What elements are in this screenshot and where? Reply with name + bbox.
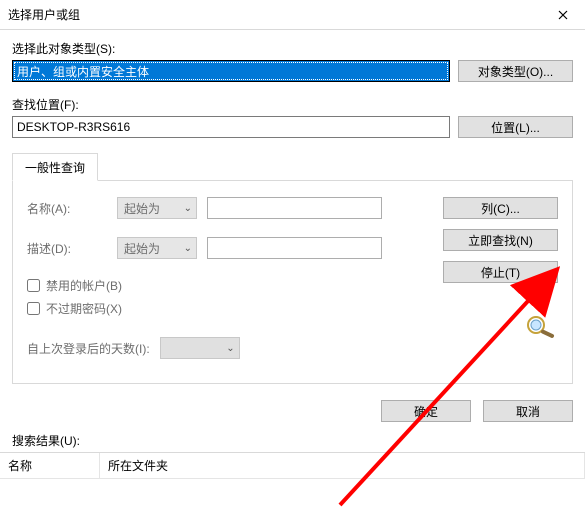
name-mode-combo[interactable]: 起始为 ⌄	[117, 197, 197, 219]
description-mode-combo[interactable]: 起始为 ⌄	[117, 237, 197, 259]
name-input[interactable]	[207, 197, 382, 219]
object-type-row: 选择此对象类型(S): 用户、组或内置安全主体 对象类型(O)...	[12, 40, 573, 82]
object-type-label: 选择此对象类型(S):	[12, 40, 450, 57]
chevron-down-icon: ⌄	[184, 203, 192, 214]
right-button-column: 列(C)... 立即查找(N) 停止(T)	[443, 197, 558, 359]
never-expire-row: 不过期密码(X)	[27, 300, 425, 317]
close-icon	[558, 10, 568, 20]
dialog-buttons: 确定 取消	[0, 384, 585, 432]
name-label: 名称(A):	[27, 200, 107, 217]
close-button[interactable]	[540, 0, 585, 30]
title-bar: 选择用户或组	[0, 0, 585, 30]
never-expire-label: 不过期密码(X)	[46, 300, 122, 317]
chevron-down-icon: ⌄	[226, 343, 234, 354]
find-now-button[interactable]: 立即查找(N)	[443, 229, 558, 251]
chevron-down-icon: ⌄	[184, 243, 192, 254]
disabled-accounts-checkbox[interactable]	[27, 279, 40, 292]
results-header: 名称 所在文件夹	[0, 452, 585, 479]
ok-button[interactable]: 确定	[381, 400, 471, 422]
description-row: 描述(D): 起始为 ⌄	[27, 237, 425, 259]
description-input[interactable]	[207, 237, 382, 259]
object-types-button[interactable]: 对象类型(O)...	[458, 60, 573, 82]
general-query-panel: 名称(A): 起始为 ⌄ 描述(D): 起始为 ⌄ 禁用的帐户(B)	[12, 181, 573, 384]
window-title: 选择用户或组	[8, 6, 80, 23]
cancel-button[interactable]: 取消	[483, 400, 573, 422]
object-type-field[interactable]: 用户、组或内置安全主体	[12, 60, 450, 82]
tab-strip: 一般性查询	[12, 152, 573, 181]
dialog-content: 选择此对象类型(S): 用户、组或内置安全主体 对象类型(O)... 查找位置(…	[0, 30, 585, 384]
column-name[interactable]: 名称	[0, 453, 100, 479]
days-since-logon-label: 自上次登录后的天数(I):	[27, 340, 150, 357]
location-label: 查找位置(F):	[12, 96, 450, 113]
stop-button[interactable]: 停止(T)	[443, 261, 558, 283]
locations-button[interactable]: 位置(L)...	[458, 116, 573, 138]
days-combo[interactable]: ⌄	[160, 337, 240, 359]
never-expire-checkbox[interactable]	[27, 302, 40, 315]
location-field[interactable]	[12, 116, 450, 138]
search-icon[interactable]	[524, 313, 558, 342]
tab-general-query[interactable]: 一般性查询	[12, 153, 98, 181]
disabled-accounts-row: 禁用的帐户(B)	[27, 277, 425, 294]
query-form: 名称(A): 起始为 ⌄ 描述(D): 起始为 ⌄ 禁用的帐户(B)	[27, 197, 425, 359]
days-since-logon-row: 自上次登录后的天数(I): ⌄	[27, 337, 425, 359]
name-row: 名称(A): 起始为 ⌄	[27, 197, 425, 219]
columns-button[interactable]: 列(C)...	[443, 197, 558, 219]
results-label: 搜索结果(U):	[0, 432, 585, 452]
disabled-accounts-label: 禁用的帐户(B)	[46, 277, 122, 294]
column-folder[interactable]: 所在文件夹	[100, 453, 585, 479]
object-type-value: 用户、组或内置安全主体	[17, 63, 149, 80]
location-row: 查找位置(F): 位置(L)...	[12, 96, 573, 138]
description-label: 描述(D):	[27, 240, 107, 257]
